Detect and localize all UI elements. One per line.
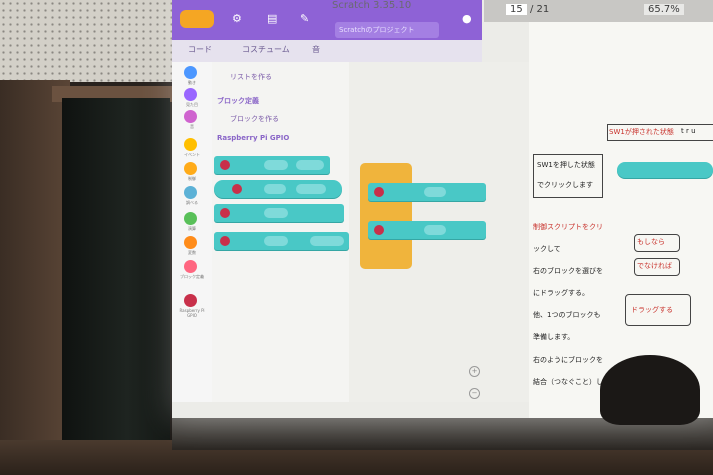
zoom-in-icon[interactable]: + [469,366,480,377]
instruction-line: 右のようにブロックを [533,356,603,364]
file-menu-icon[interactable]: ▤ [267,12,277,25]
sw1-heading: SW1が押された状態 [609,128,674,136]
else-label: でなければ [637,262,672,270]
if-label: もしなら [637,238,665,246]
block-palette: リストを作る ブロック定義 ブロックを作る Raspberry Pi GPIO [212,62,349,402]
scratch-menubar: ⚙ ▤ ✎ Scratchのプロジェクト ● [172,0,482,40]
gpio-heading: Raspberry Pi GPIO [217,134,290,142]
tab-code[interactable]: コード [188,44,212,55]
block-input[interactable] [310,236,344,246]
instruction-line: 他、1つのブロックも [533,311,601,319]
category-label: ブロック定義 [180,274,204,279]
category-gpio[interactable] [184,294,197,307]
ceiling-tiles [0,0,175,82]
edit-menu-icon[interactable]: ✎ [300,12,309,25]
scratch-logo[interactable] [180,10,214,28]
audience-head-silhouette [600,355,700,425]
my-blocks-heading: ブロック定義 [217,97,259,105]
category-label: 調べる [186,200,198,205]
block-input[interactable] [264,236,288,246]
category-sound[interactable] [184,110,197,123]
block-input[interactable] [424,225,446,235]
block-input[interactable] [264,160,288,170]
category-label: 動き [188,80,196,85]
category-label: Raspberry Pi GPIO [179,308,205,318]
gpio-block[interactable] [368,221,486,239]
instruction-line: 右のブロックを選びを [533,267,603,275]
raspberry-pi-icon [374,187,384,197]
block-input[interactable] [424,187,446,197]
project-title-field[interactable]: Scratchのプロジェクト [335,22,439,38]
block-input[interactable] [296,160,324,170]
click-label: でクリックします [537,181,593,189]
category-label: 見た目 [186,102,198,107]
instruction-line: 結合（つなぐこと）し [533,378,603,386]
photo-scene: ⚙ ▤ ✎ Scratchのプロジェクト ● Scratch 3.35.10 コ… [0,0,713,475]
raspberry-pi-icon [220,236,230,246]
pdf-toolbar: 15 / 21 65.7% [484,0,713,22]
category-label: 制御 [188,176,196,181]
page-total: / 21 [530,4,550,15]
gpio-block[interactable] [214,156,330,174]
block-input[interactable] [264,208,288,218]
instruction-line: にドラッグする。 [533,289,589,297]
category-sensing[interactable] [184,186,197,199]
drag-label: ドラッグする [631,306,673,314]
category-looks[interactable] [184,88,197,101]
raspberry-pi-icon [220,208,230,218]
category-label: 演算 [188,226,196,231]
sw1-extra: t r u [681,127,696,135]
raspberry-pi-icon [232,184,242,194]
category-label: 音 [190,124,194,129]
instruction-line: 準備します。 [533,333,575,341]
doc-block-image [617,162,713,178]
category-label: 変数 [188,250,196,255]
category-control[interactable] [184,162,197,175]
category-menu: 動き 見た目 音 イベント 制御 調べる 演算 変数 ブロック定義 Raspbe… [172,62,213,402]
gpio-block[interactable] [214,204,344,222]
projection-screen: ⚙ ▤ ✎ Scratchのプロジェクト ● Scratch 3.35.10 コ… [172,0,713,418]
zoom-out-icon[interactable]: − [469,388,480,399]
globe-icon[interactable]: ⚙ [232,12,242,25]
gpio-block[interactable] [214,232,349,250]
page-number[interactable]: 15 [506,4,527,15]
wall [0,80,70,475]
category-variables[interactable] [184,236,197,249]
version-text: Scratch 3.35.10 [332,0,412,11]
tab-costumes[interactable]: コスチューム [242,44,290,55]
category-motion[interactable] [184,66,197,79]
category-operators[interactable] [184,212,197,225]
editor-tabs: コード コスチューム 音 [172,40,482,62]
gpio-condition-block[interactable] [368,183,486,201]
tab-sounds[interactable]: 音 [312,44,320,55]
if-else-block[interactable] [360,163,486,269]
category-label: イベント [184,152,200,157]
share-icon[interactable]: ● [462,12,472,25]
instruction-line: ックして [533,245,561,253]
make-block-button[interactable]: ブロックを作る [230,114,279,124]
raspberry-pi-icon [220,160,230,170]
category-events[interactable] [184,138,197,151]
dark-doorway [62,98,170,475]
raspberry-pi-icon [374,225,384,235]
category-my-blocks[interactable] [184,260,197,273]
block-input[interactable] [264,184,286,194]
pdf-page: SW1が押された状態 t r u SW1を押した状態 でクリックします 制御スク… [529,22,713,418]
make-list-button[interactable]: リストを作る [230,72,272,82]
zoom-level[interactable]: 65.7% [644,4,684,15]
press-label: SW1を押した状態 [537,161,595,169]
gpio-reporter-block[interactable] [214,180,342,198]
instruction-line: 制御スクリプトをクリ [533,223,603,231]
block-input[interactable] [296,184,326,194]
